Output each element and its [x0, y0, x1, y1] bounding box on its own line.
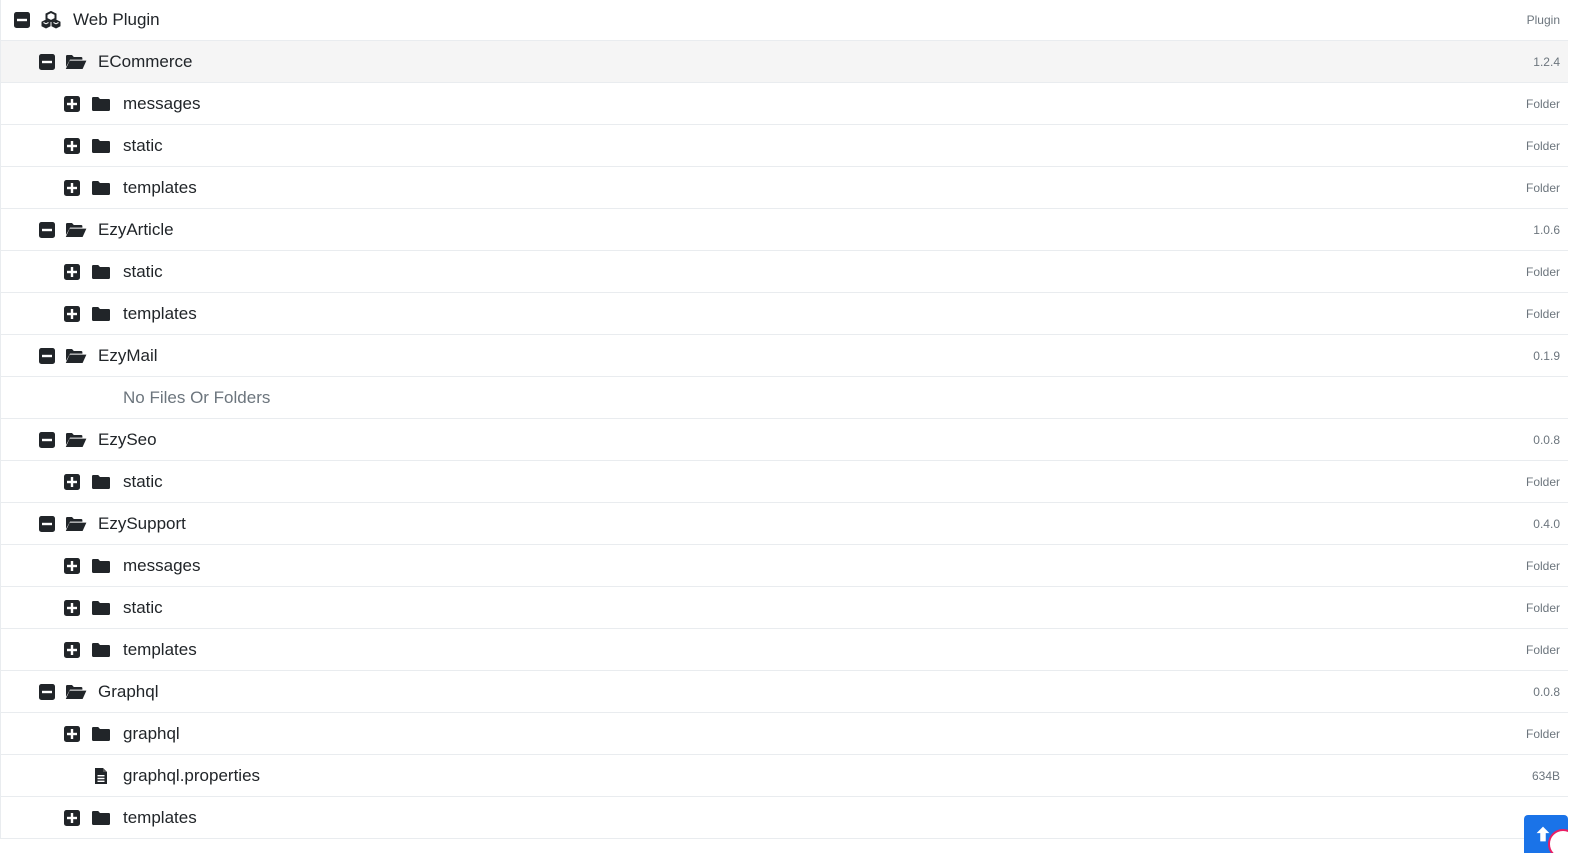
folder-open-icon [65, 683, 87, 701]
tree-row-plugin[interactable]: EzyMail 0.1.9 [1, 335, 1568, 377]
tree-node-label[interactable]: Web Plugin [73, 10, 160, 30]
collapse-icon[interactable] [39, 431, 55, 448]
tree-row-folder[interactable]: templates [1, 797, 1568, 839]
folder-icon [90, 95, 112, 113]
plugin-file-tree: Web Plugin Plugin ECommerce 1.2.4 messages Fo… [0, 0, 1568, 839]
expand-icon[interactable] [64, 95, 80, 112]
tree-row-folder[interactable]: static Folder [1, 587, 1568, 629]
tree-node-meta: 0.1.9 [1533, 348, 1560, 363]
expand-icon[interactable] [64, 641, 80, 658]
tree-node-meta: 0.4.0 [1533, 516, 1560, 531]
tree-node-label[interactable]: messages [123, 94, 200, 114]
folder-icon [90, 473, 112, 491]
tree-node-label[interactable]: Graphql [98, 682, 158, 702]
empty-message: No Files Or Folders [123, 387, 271, 407]
tree-node-meta: Folder [1525, 642, 1560, 657]
tree-node-meta: Folder [1525, 474, 1560, 489]
tree-node-meta: Folder [1525, 96, 1560, 111]
tree-row-folder[interactable]: graphql Folder [1, 713, 1568, 755]
expand-icon[interactable] [64, 809, 80, 826]
collapse-icon[interactable] [39, 221, 55, 238]
expand-icon[interactable] [64, 599, 80, 616]
tree-node-label[interactable]: templates [123, 640, 197, 660]
tree-node-meta: Folder [1525, 726, 1560, 741]
file-text-icon [90, 767, 112, 785]
folder-open-icon [65, 347, 87, 365]
folder-open-icon [65, 221, 87, 239]
tree-node-label[interactable]: EzySeo [98, 430, 157, 450]
tree-node-label[interactable]: EzySupport [98, 514, 186, 534]
tree-node-meta: Folder [1525, 180, 1560, 195]
folder-icon [90, 557, 112, 575]
tree-node-label[interactable]: graphql [123, 724, 180, 744]
tree-node-meta: 1.2.4 [1533, 54, 1560, 69]
tree-node-meta: 1.0.6 [1533, 222, 1560, 237]
tree-node-meta: 0.0.8 [1533, 432, 1560, 447]
expand-icon[interactable] [64, 137, 80, 154]
tree-node-label[interactable]: static [123, 136, 163, 156]
folder-icon [90, 809, 112, 827]
tree-node-label[interactable]: ECommerce [98, 52, 192, 72]
tree-node-meta: Folder [1525, 138, 1560, 153]
tree-node-label[interactable]: static [123, 472, 163, 492]
collapse-icon[interactable] [14, 12, 30, 28]
expand-icon[interactable] [64, 305, 80, 322]
tree-row-folder[interactable]: messages Folder [1, 83, 1568, 125]
folder-icon [90, 305, 112, 323]
tree-node-label[interactable]: EzyMail [98, 346, 158, 366]
tree-row-folder[interactable]: messages Folder [1, 545, 1568, 587]
expand-icon[interactable] [64, 725, 80, 742]
tree-node-meta: Folder [1525, 558, 1560, 573]
tree-row-root[interactable]: Web Plugin Plugin [1, 0, 1568, 41]
scroll-to-top-button[interactable] [1524, 815, 1568, 853]
tree-row-plugin[interactable]: EzySeo 0.0.8 [1, 419, 1568, 461]
folder-open-icon [65, 431, 87, 449]
folder-icon [90, 137, 112, 155]
tree-node-label[interactable]: templates [123, 808, 197, 828]
tree-node-meta: Folder [1525, 264, 1560, 279]
tree-node-meta: Folder [1525, 306, 1560, 321]
tree-node-label[interactable]: graphql.properties [123, 766, 260, 786]
tree-row-folder[interactable]: templates Folder [1, 629, 1568, 671]
folder-open-icon [65, 53, 87, 71]
tree-row-folder[interactable]: templates Folder [1, 293, 1568, 335]
cubes-icon [40, 11, 62, 29]
folder-icon [90, 263, 112, 281]
expand-icon[interactable] [64, 179, 80, 196]
tree-node-meta: Folder [1525, 600, 1560, 615]
empty-placeholder-row: No Files Or Folders [1, 377, 1568, 419]
collapse-icon[interactable] [39, 347, 55, 364]
tree-row-plugin[interactable]: ECommerce 1.2.4 [1, 41, 1568, 83]
expand-icon[interactable] [64, 263, 80, 280]
tree-row-folder[interactable]: templates Folder [1, 167, 1568, 209]
tree-node-label[interactable]: EzyArticle [98, 220, 174, 240]
tree-node-meta: 0.0.8 [1533, 684, 1560, 699]
tree-row-folder[interactable]: static Folder [1, 251, 1568, 293]
tree-node-label[interactable]: static [123, 262, 163, 282]
expand-icon[interactable] [64, 473, 80, 490]
tree-node-meta: Plugin [1526, 13, 1560, 27]
collapse-icon[interactable] [39, 683, 55, 700]
tree-row-file[interactable]: graphql.properties 634B [1, 755, 1568, 797]
collapse-icon[interactable] [39, 53, 55, 70]
tree-node-label[interactable]: static [123, 598, 163, 618]
tree-row-plugin[interactable]: EzyArticle 1.0.6 [1, 209, 1568, 251]
tree-node-label[interactable]: messages [123, 556, 200, 576]
folder-icon [90, 599, 112, 617]
tree-row-folder[interactable]: static Folder [1, 461, 1568, 503]
folder-icon [90, 725, 112, 743]
collapse-icon[interactable] [39, 515, 55, 532]
tree-row-plugin[interactable]: Graphql 0.0.8 [1, 671, 1568, 713]
tree-row-plugin[interactable]: EzySupport 0.4.0 [1, 503, 1568, 545]
tree-row-folder[interactable]: static Folder [1, 125, 1568, 167]
folder-icon [90, 179, 112, 197]
tree-node-label[interactable]: templates [123, 304, 197, 324]
folder-icon [90, 641, 112, 659]
expand-icon[interactable] [64, 557, 80, 574]
tree-node-meta: 634B [1531, 768, 1560, 783]
folder-open-icon [65, 515, 87, 533]
tree-node-label[interactable]: templates [123, 178, 197, 198]
